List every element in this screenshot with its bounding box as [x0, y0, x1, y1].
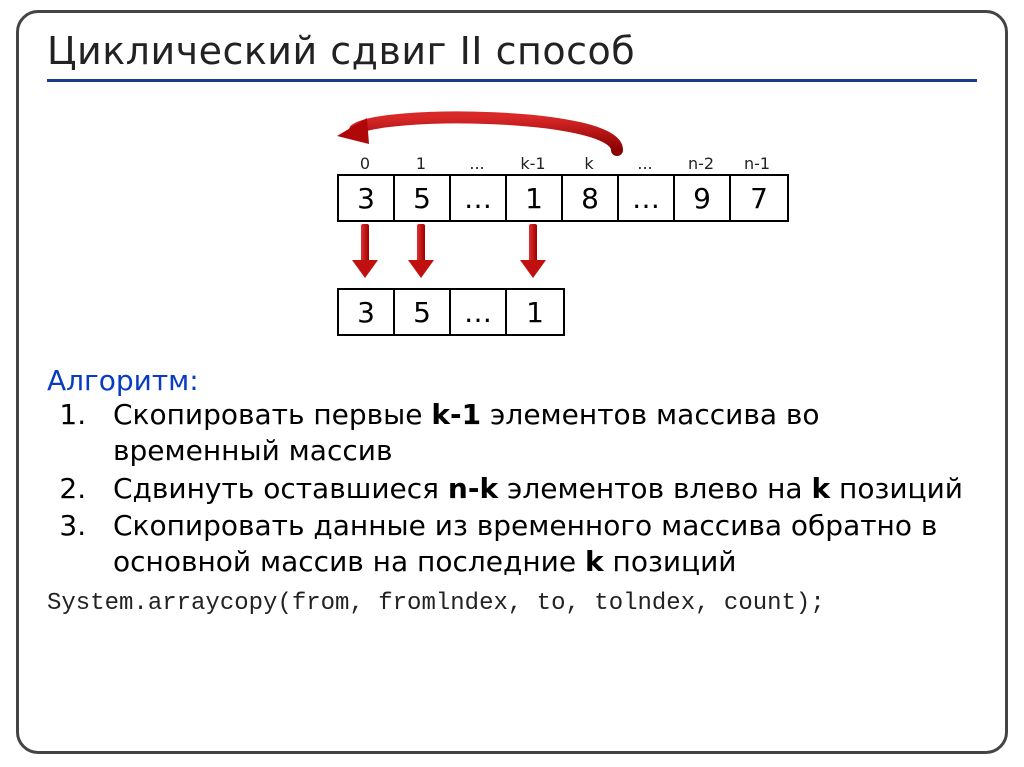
algorithm-steps: Скопировать первые k-1 элементов массива… — [47, 397, 977, 580]
step-bold: k-1 — [431, 398, 481, 431]
array-cell: 9 — [675, 176, 731, 220]
array-cell: 5 — [395, 290, 451, 334]
array-cell: 1 — [507, 290, 563, 334]
slide-title: Циклический сдвиг II способ — [47, 29, 977, 82]
array-cell: 3 — [339, 176, 395, 220]
step-bold: k — [812, 472, 831, 505]
temp-array: 3 5 … 1 — [337, 288, 565, 336]
step-text: Сдвинуть оставшиеся — [113, 472, 448, 505]
index-label: k — [561, 154, 617, 173]
curved-arrow-icon — [317, 98, 647, 158]
index-label: 1 — [393, 154, 449, 173]
step-text: Скопировать первые — [113, 398, 431, 431]
algorithm-heading: Алгоритм: — [47, 364, 977, 397]
array-cell: 8 — [563, 176, 619, 220]
index-label: ... — [449, 154, 505, 173]
code-line: System.arraycopy(from, fromlndex, to, to… — [47, 590, 977, 617]
step-text: Скопировать данные из временного массива… — [113, 509, 937, 578]
array-cell: … — [619, 176, 675, 220]
index-label: n-2 — [673, 154, 729, 173]
diagram: 0 1 ... k-1 k ... n-2 n-1 3 5 … 1 8 … 9 … — [47, 92, 977, 362]
array-cell: … — [451, 290, 507, 334]
step-text: элементов влево на — [498, 472, 811, 505]
step-item: Сдвинуть оставшиеся n-k элементов влево … — [95, 471, 977, 507]
array-cell: … — [451, 176, 507, 220]
array-cell: 5 — [395, 176, 451, 220]
index-label: k-1 — [505, 154, 561, 173]
slide-frame: Циклический сдвиг II способ 0 1 ... k-1 … — [16, 10, 1008, 754]
array-cell: 1 — [507, 176, 563, 220]
source-array: 3 5 … 1 8 … 9 7 — [337, 174, 789, 222]
step-item: Скопировать данные из временного массива… — [95, 508, 977, 580]
index-label: 0 — [337, 154, 393, 173]
array-cell: 3 — [339, 290, 395, 334]
step-bold: k — [585, 545, 604, 578]
step-item: Скопировать первые k-1 элементов массива… — [95, 397, 977, 469]
index-row: 0 1 ... k-1 k ... n-2 n-1 — [337, 154, 785, 173]
step-bold: n-k — [448, 472, 498, 505]
index-label: ... — [617, 154, 673, 173]
index-label: n-1 — [729, 154, 785, 173]
array-cell: 7 — [731, 176, 787, 220]
step-text: позиций — [830, 472, 963, 505]
step-text: позиций — [604, 545, 737, 578]
